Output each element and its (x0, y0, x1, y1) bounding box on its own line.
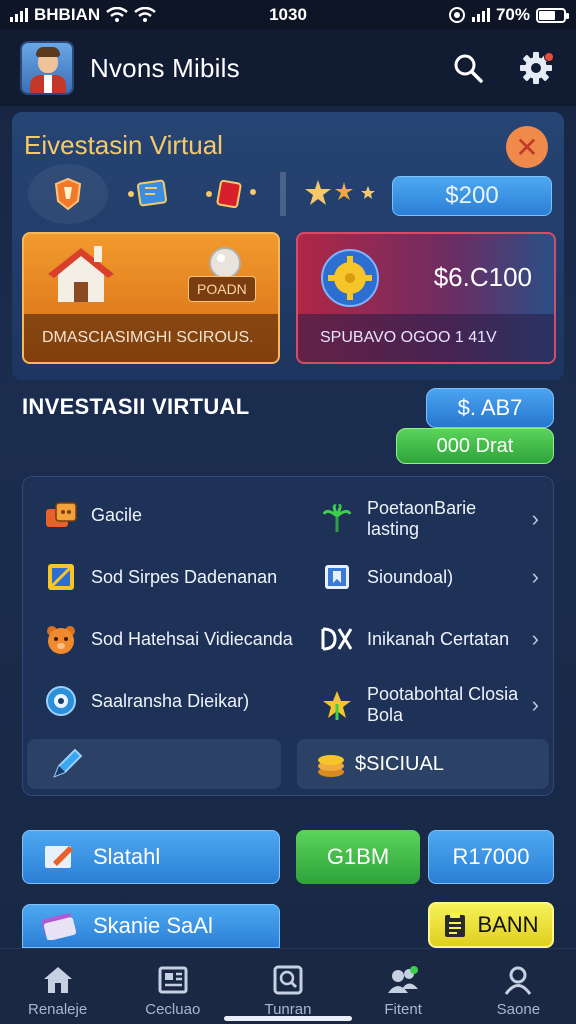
notification-badge (544, 52, 554, 62)
shield-icon[interactable] (28, 164, 108, 224)
slatahl-button[interactable]: Slatahl (22, 830, 280, 884)
dk-logo-icon (319, 621, 355, 657)
close-button[interactable]: ✕ (506, 126, 548, 168)
nav-item-news[interactable]: Cecluao (123, 963, 223, 1018)
balance-pill[interactable]: $. AB7 (426, 388, 554, 428)
divider (280, 172, 286, 216)
nav-item-fitent[interactable]: Fitent (353, 963, 453, 1018)
investment-card-red[interactable]: $6.C100 SPUBAVO OGOO 1 41V (296, 232, 556, 364)
nav-label: Cecluao (145, 1001, 201, 1018)
bann-button[interactable]: BANN (428, 902, 554, 948)
list-item-saalransha[interactable]: Saalransha Dieikar) (43, 681, 313, 721)
wifi-icon (106, 7, 128, 22)
eye-icon (43, 683, 79, 719)
wifi-icon (134, 7, 156, 22)
green-action-button[interactable]: G1BM (296, 830, 420, 884)
list-item-label: Sod Sirpes Dadenanan (91, 566, 278, 587)
home-icon (41, 963, 75, 997)
list-item-label: PoetaonBarie lasting (367, 498, 477, 539)
friends-icon (386, 963, 420, 997)
house-icon (48, 246, 114, 302)
nav-label: Renaleje (27, 1001, 88, 1018)
edit-icon (45, 846, 73, 868)
list-item-inikanah[interactable]: Inikanah Certatan › (319, 619, 549, 659)
battery-icon (536, 7, 569, 23)
card-tag: POADN (188, 276, 256, 302)
app-header: Nvons Mibils (0, 30, 576, 106)
search-frame-icon (271, 963, 305, 997)
avatar[interactable] (20, 41, 74, 95)
sicual-button[interactable]: $SICIUAL (297, 739, 549, 789)
signal-icon (10, 8, 28, 22)
nav-item-saone[interactable]: Saone (468, 963, 568, 1018)
list-item-label: Sod Hatehsai Vidiecanda (91, 628, 293, 649)
settings-button[interactable] (516, 48, 556, 88)
list-item-label: Gacile (91, 504, 143, 525)
pen-button[interactable] (27, 739, 281, 789)
pen-icon (53, 748, 83, 778)
list-item-pootabohtal[interactable]: Pootabohtal Closia Bola › (319, 681, 549, 729)
list-item-sod-hatehsai[interactable]: Sod Hatehsai Vidiecanda (43, 619, 313, 659)
nav-item-tunran[interactable]: Tunran (238, 963, 338, 1018)
profile-icon (501, 963, 535, 997)
slatahl-label: Slatahl (93, 844, 161, 869)
chevron-right-icon: › (531, 564, 539, 590)
stars-icon[interactable] (302, 176, 382, 210)
investment-card-orange[interactable]: POADN DMASCIASIMGHI SCIROUS. (22, 232, 280, 364)
section-title: INVESTASII VIRTUAL (22, 394, 250, 419)
card-amount: $6.C100 (433, 262, 532, 292)
list-item-sod-sirpes[interactable]: Sod Sirpes Dadenanan (43, 557, 313, 597)
search-icon (454, 54, 483, 83)
coin-stack-icon (318, 755, 344, 777)
close-icon: ✕ (515, 131, 539, 163)
balance-button[interactable]: $200 (392, 176, 552, 216)
home-indicator[interactable] (224, 1016, 352, 1021)
card-stack-icon (41, 913, 77, 940)
game-controller-icon (43, 497, 79, 533)
battery-percent: 70% (495, 5, 530, 24)
news-icon (156, 963, 190, 997)
list-item-sioundoal[interactable]: Sioundoal) › (319, 557, 549, 597)
chevron-right-icon: › (531, 506, 539, 532)
chevron-right-icon: › (531, 692, 539, 718)
status-bar: BHBIAN 1030 70% (0, 0, 576, 30)
nav-label: Fitent (384, 1001, 422, 1018)
investment-panel: Eivestasin Virtual ✕ $200 POADN DMASCIAS… (12, 112, 564, 380)
coin-icon (209, 247, 241, 279)
list-item-label: Saalransha Dieikar) (91, 690, 250, 711)
list-item-gacile[interactable]: Gacile (43, 495, 293, 535)
bann-label: BANN (477, 912, 539, 937)
list-item-label: Inikanah Certatan (367, 628, 510, 649)
app-title: Nvons Mibils (90, 52, 240, 83)
shanie-label: Skanie SaAl (93, 913, 213, 938)
bookmark-frame-icon (319, 559, 355, 595)
menu-list: Gacile PoetaonBarie lasting › Sod Sirpes… (22, 476, 554, 796)
pencil-frame-icon (43, 559, 79, 595)
carrier-label: BHBIAN (34, 5, 101, 24)
list-item-poetaonbarie[interactable]: PoetaonBarie lasting › (319, 495, 549, 543)
search-button[interactable] (448, 48, 488, 88)
signal-icon (471, 8, 490, 22)
sicual-label: $SICIUAL (355, 752, 444, 775)
bottom-nav: Renaleje Cecluao Tunran Fitent Saone (0, 948, 576, 1024)
palm-icon (319, 501, 355, 537)
ticket-icon[interactable] (124, 176, 174, 210)
card-caption: SPUBAVO OGOO 1 41V (298, 314, 554, 362)
draft-pill[interactable]: 000 Drat (396, 428, 554, 464)
card-caption: DMASCIASIMGHI SCIROUS. (24, 314, 278, 362)
list-item-label: Pootabohtal Closia Bola (367, 684, 519, 725)
list-item-label: Sioundoal) (367, 566, 454, 587)
star-icon (319, 687, 355, 723)
chevron-right-icon: › (531, 626, 539, 652)
nav-label: Saone (496, 1001, 541, 1018)
amount-button[interactable]: R17000 (428, 830, 554, 884)
gold-gear-icon (321, 249, 379, 307)
card-icon[interactable] (202, 176, 262, 210)
bear-icon (43, 621, 79, 657)
shanie-button[interactable]: Skanie SaAl (22, 904, 280, 948)
clipboard-icon (445, 913, 466, 937)
nav-item-home[interactable]: Renaleje (8, 963, 108, 1018)
panel-title: Eivestasin Virtual (24, 130, 223, 160)
at-icon (448, 7, 465, 23)
